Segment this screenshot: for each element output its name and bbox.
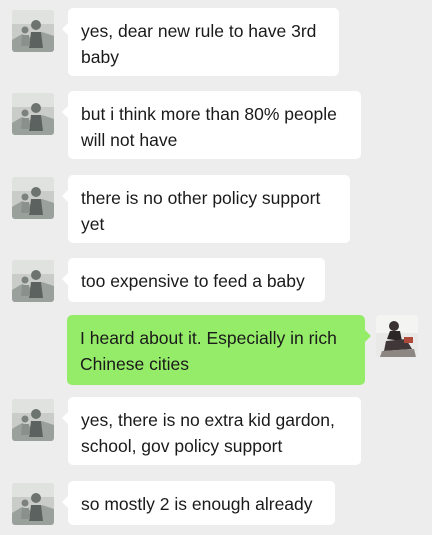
incoming-message-bubble[interactable]: but i think more than 80% people will no… [62, 91, 361, 159]
contact-avatar[interactable] [12, 260, 54, 302]
chat-message-list[interactable]: yes, dear new rule to have 3rd baby but … [0, 0, 432, 535]
contact-avatar-icon [12, 483, 54, 525]
contact-avatar-icon [12, 93, 54, 135]
contact-avatar[interactable] [12, 177, 54, 219]
contact-avatar[interactable] [12, 93, 54, 135]
contact-avatar[interactable] [12, 483, 54, 525]
contact-avatar[interactable] [12, 399, 54, 441]
contact-avatar-icon [12, 399, 54, 441]
incoming-message-bubble[interactable]: yes, there is no extra kid gardon, schoo… [62, 397, 361, 465]
outgoing-message-bubble[interactable]: I heard about it. Especially in rich Chi… [67, 315, 371, 385]
contact-avatar-icon [12, 177, 54, 219]
my-avatar[interactable] [376, 315, 418, 357]
incoming-message-bubble[interactable]: yes, dear new rule to have 3rd baby [62, 8, 339, 76]
contact-avatar-icon [12, 260, 54, 302]
my-avatar-icon [376, 315, 418, 357]
incoming-message-bubble[interactable]: too expensive to feed a baby [62, 258, 325, 302]
incoming-message-bubble[interactable]: so mostly 2 is enough already [62, 481, 335, 525]
contact-avatar-icon [12, 10, 54, 52]
incoming-message-bubble[interactable]: there is no other policy support yet [62, 175, 350, 243]
contact-avatar[interactable] [12, 10, 54, 52]
